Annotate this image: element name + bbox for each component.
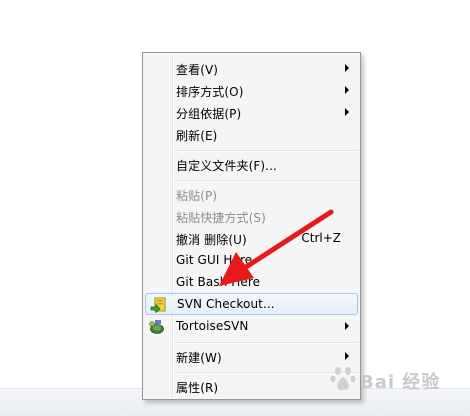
baidu-watermark: Bai 经验: [330, 362, 460, 402]
red-pointer-arrow-icon: [219, 209, 334, 286]
baidu-paw-icon: [330, 367, 356, 390]
watermark-text: Bai 经验: [360, 372, 441, 393]
